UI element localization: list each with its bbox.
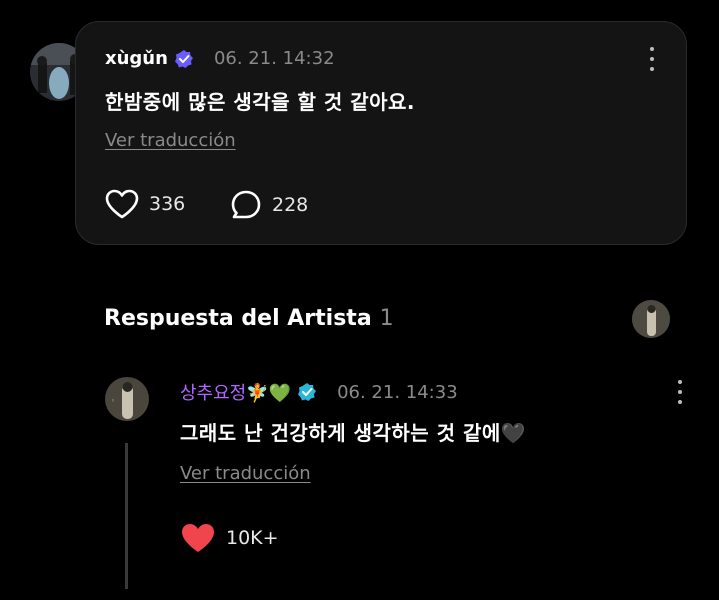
artist-avatar-small[interactable] <box>632 300 670 338</box>
post-username[interactable]: xùgǔn <box>105 48 168 69</box>
reply-like-button[interactable]: 10K+ <box>180 522 279 554</box>
post-like-count: 336 <box>149 193 186 215</box>
reply-more-options-icon[interactable] <box>670 378 690 406</box>
post-header: xùgǔn 06. 21. 14:32 <box>105 48 335 69</box>
reply-body-text: 그래도 난 건강하게 생각하는 것 같에🖤 <box>180 421 527 445</box>
post-comment-button[interactable]: 228 <box>230 189 308 221</box>
post-like-button[interactable]: 336 <box>105 189 185 219</box>
section-title-text: Respuesta del Artista <box>104 306 372 331</box>
post-more-options-icon[interactable] <box>642 45 662 73</box>
verified-badge-icon <box>298 383 317 401</box>
reply-header: 상추요정🧚💚 06. 21. 14:33 <box>180 379 458 405</box>
post-body-text: 한밤중에 많은 생각을 할 것 같아요. <box>105 90 416 114</box>
post-card: xùgǔn 06. 21. 14:32 한밤중에 많은 생각을 할 것 같아요.… <box>75 21 687 245</box>
post-comment-count: 228 <box>272 194 309 216</box>
artist-reply-section-title: Respuesta del Artista 1 <box>104 306 394 331</box>
svg-text:◦: ◦ <box>111 397 115 405</box>
thread-connector-line <box>125 443 128 589</box>
post-translate-link[interactable]: Ver traducción <box>105 130 236 151</box>
section-reply-count: 1 <box>379 306 394 331</box>
reply-author-avatar[interactable]: ◦ <box>105 377 149 421</box>
reply-timestamp: 06. 21. 14:33 <box>337 381 458 403</box>
verified-badge-icon <box>174 49 193 68</box>
comment-bubble-icon <box>231 190 261 219</box>
post-timestamp: 06. 21. 14:32 <box>213 48 335 69</box>
reply-username[interactable]: 상추요정🧚💚 <box>180 379 291 405</box>
reply-like-count: 10K+ <box>226 527 279 549</box>
heart-outline-icon <box>105 189 139 219</box>
heart-filled-icon <box>182 524 214 552</box>
reply-translate-link[interactable]: Ver traducción <box>180 463 311 484</box>
